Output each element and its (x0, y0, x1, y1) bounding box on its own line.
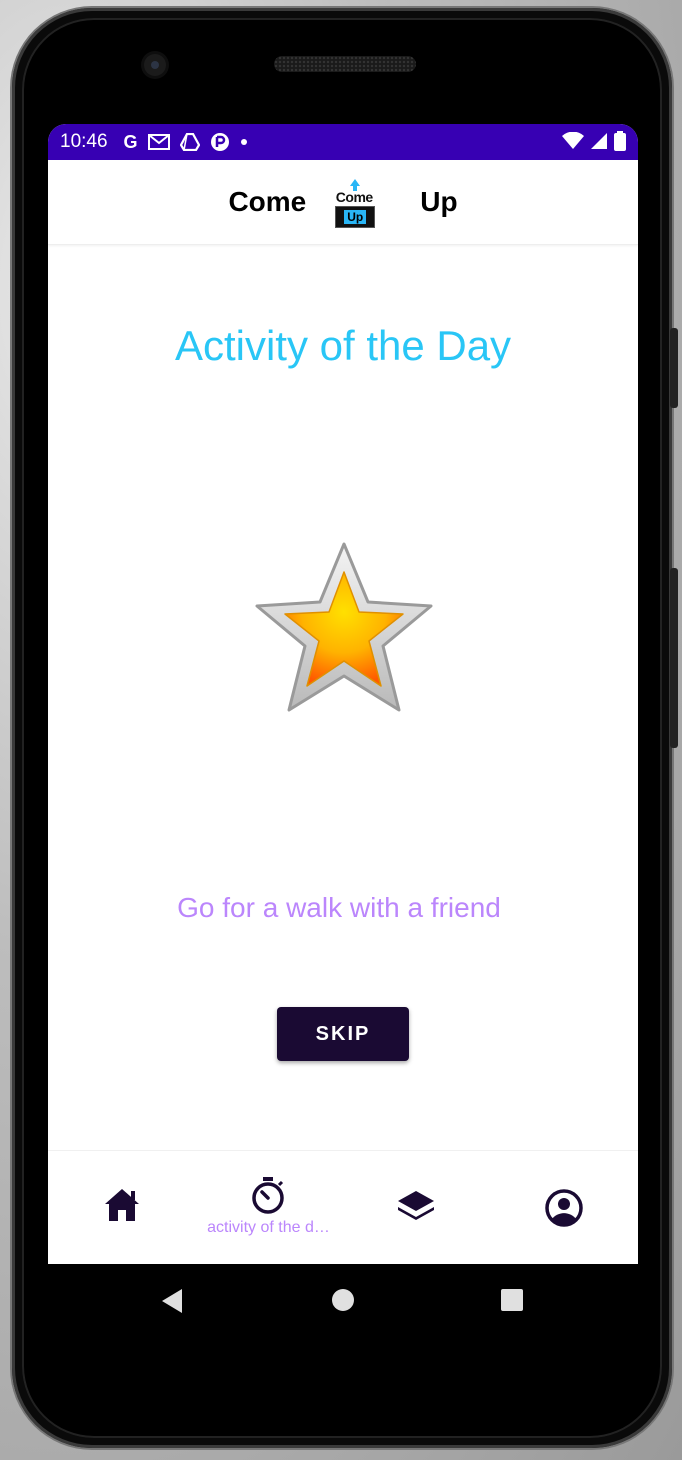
dot-icon (240, 139, 247, 145)
home-circle-icon[interactable] (331, 1288, 355, 1312)
nav-item-layers[interactable] (342, 1151, 489, 1264)
nav-item-profile[interactable] (489, 1151, 636, 1264)
front-camera (144, 54, 166, 76)
status-bar: 10:46 G (48, 124, 638, 160)
drive-icon (179, 133, 200, 151)
app-title-right: Up (420, 186, 458, 217)
logo-text-top: Come (335, 189, 373, 205)
nav-item-activity[interactable]: activity of the d… (195, 1151, 342, 1264)
logo-text-bottom: Up (344, 210, 367, 224)
system-navigation-bar (48, 1264, 638, 1336)
recents-icon[interactable] (501, 1289, 523, 1311)
earpiece-speaker (274, 56, 416, 72)
gmail-icon (147, 134, 170, 150)
activity-text: Go for a walk with a friend (177, 892, 501, 923)
battery-icon (614, 131, 626, 151)
layers-icon (398, 1191, 434, 1220)
back-icon[interactable] (160, 1288, 184, 1314)
bottom-navigation: activity of the d… (48, 1150, 638, 1264)
volume-button (670, 328, 678, 408)
power-button (670, 568, 678, 748)
star-image (253, 542, 435, 724)
status-time: 10:46 (60, 131, 108, 152)
app-title-left: Come (228, 186, 307, 217)
app-bar: Come Come Up Up (48, 160, 638, 245)
app-logo: Come Up (334, 177, 376, 228)
skip-button[interactable]: SKIP (277, 1007, 409, 1061)
nav-label-activity: activity of the d… (207, 1219, 330, 1236)
home-icon (105, 1189, 139, 1221)
star-icon (255, 542, 433, 712)
stopwatch-icon (252, 1177, 284, 1214)
google-g-icon: G (123, 131, 138, 152)
profile-icon (545, 1189, 583, 1227)
app-screen: 10:46 G Come Come Up Up Activity of the … (48, 124, 638, 1264)
signal-icon (591, 133, 607, 149)
app-icon (210, 133, 229, 151)
nav-item-home[interactable] (48, 1151, 195, 1264)
wifi-icon (562, 132, 584, 149)
page-title: Activity of the Day (174, 322, 512, 369)
